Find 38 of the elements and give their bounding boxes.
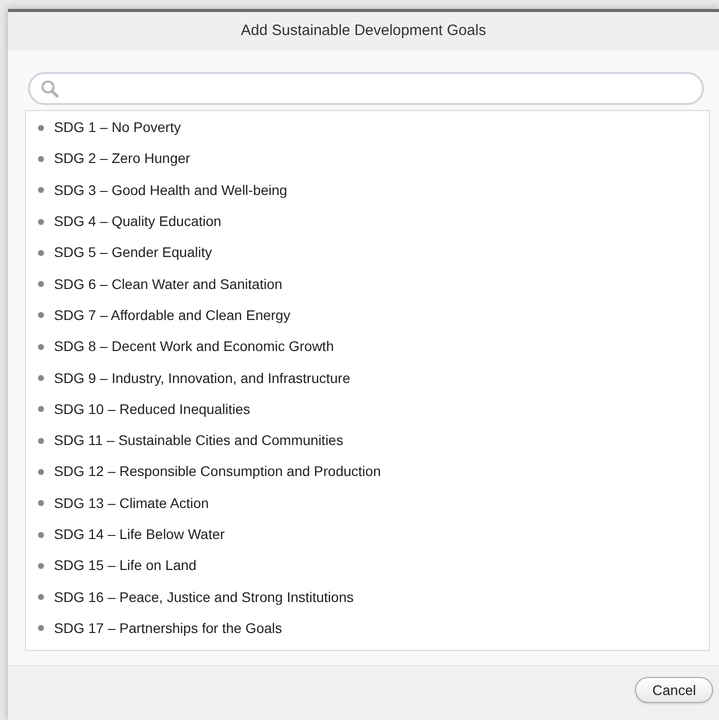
- dialog-title: Add Sustainable Development Goals: [240, 20, 486, 41]
- bullet-icon: [38, 187, 44, 194]
- bullet-icon: [38, 562, 44, 569]
- goal-item[interactable]: SDG 9 – Industry, Innovation, and Infrastructure: [54, 368, 350, 389]
- goal-item[interactable]: SDG 2 – Zero Hunger: [54, 148, 190, 170]
- goal-item[interactable]: SDG 4 – Quality Education: [54, 211, 222, 232]
- cancel-button[interactable]: Cancel: [635, 677, 713, 703]
- bullet-icon: [38, 344, 44, 350]
- goal-item[interactable]: SDG 16 – Peace, Justice and Strong Institutions: [54, 586, 354, 608]
- goal-item[interactable]: SDG 5 – Gender Equality: [54, 242, 212, 264]
- search-icon: [40, 78, 60, 98]
- goal-item[interactable]: SDG 15 – Life on Land: [54, 555, 196, 576]
- goal-item[interactable]: SDG 6 – Clean Water and Sanitation: [54, 274, 282, 295]
- goal-item[interactable]: SDG 8 – Decent Work and Economic Growth: [54, 336, 334, 358]
- bullet-icon: [38, 312, 44, 318]
- goal-item[interactable]: SDG 3 – Good Health and Well-being: [54, 180, 288, 201]
- goal-item[interactable]: SDG 12 – Responsible Consumption and Production: [54, 461, 381, 482]
- bullet-icon: [38, 124, 44, 131]
- bullet-icon: [38, 594, 44, 600]
- bullet-icon: [38, 500, 44, 506]
- goal-item[interactable]: SDG 1 – No Poverty: [54, 117, 181, 138]
- bullet-icon: [38, 625, 44, 632]
- bullet-icon: [38, 468, 44, 475]
- search-field[interactable]: [28, 72, 704, 105]
- goal-item[interactable]: SDG 7 – Affordable and Clean Energy: [54, 304, 290, 326]
- bullet-icon: [38, 532, 44, 538]
- bullet-icon: [38, 406, 44, 412]
- bullet-icon: [38, 250, 44, 256]
- bullet-icon: [38, 281, 44, 288]
- goal-item[interactable]: SDG 11 – Sustainable Cities and Communities: [54, 430, 344, 452]
- bullet-icon: [38, 375, 44, 382]
- goal-item[interactable]: SDG 10 – Reduced Inequalities: [54, 398, 250, 420]
- goal-item[interactable]: SDG 13 – Climate Action: [54, 492, 209, 514]
- goal-item[interactable]: SDG 14 – Life Below Water: [54, 524, 225, 545]
- goal-item[interactable]: SDG 17 – Partnerships for the Goals: [54, 618, 282, 639]
- bullet-icon: [38, 218, 44, 225]
- bullet-icon: [38, 156, 44, 162]
- bullet-icon: [38, 438, 44, 444]
